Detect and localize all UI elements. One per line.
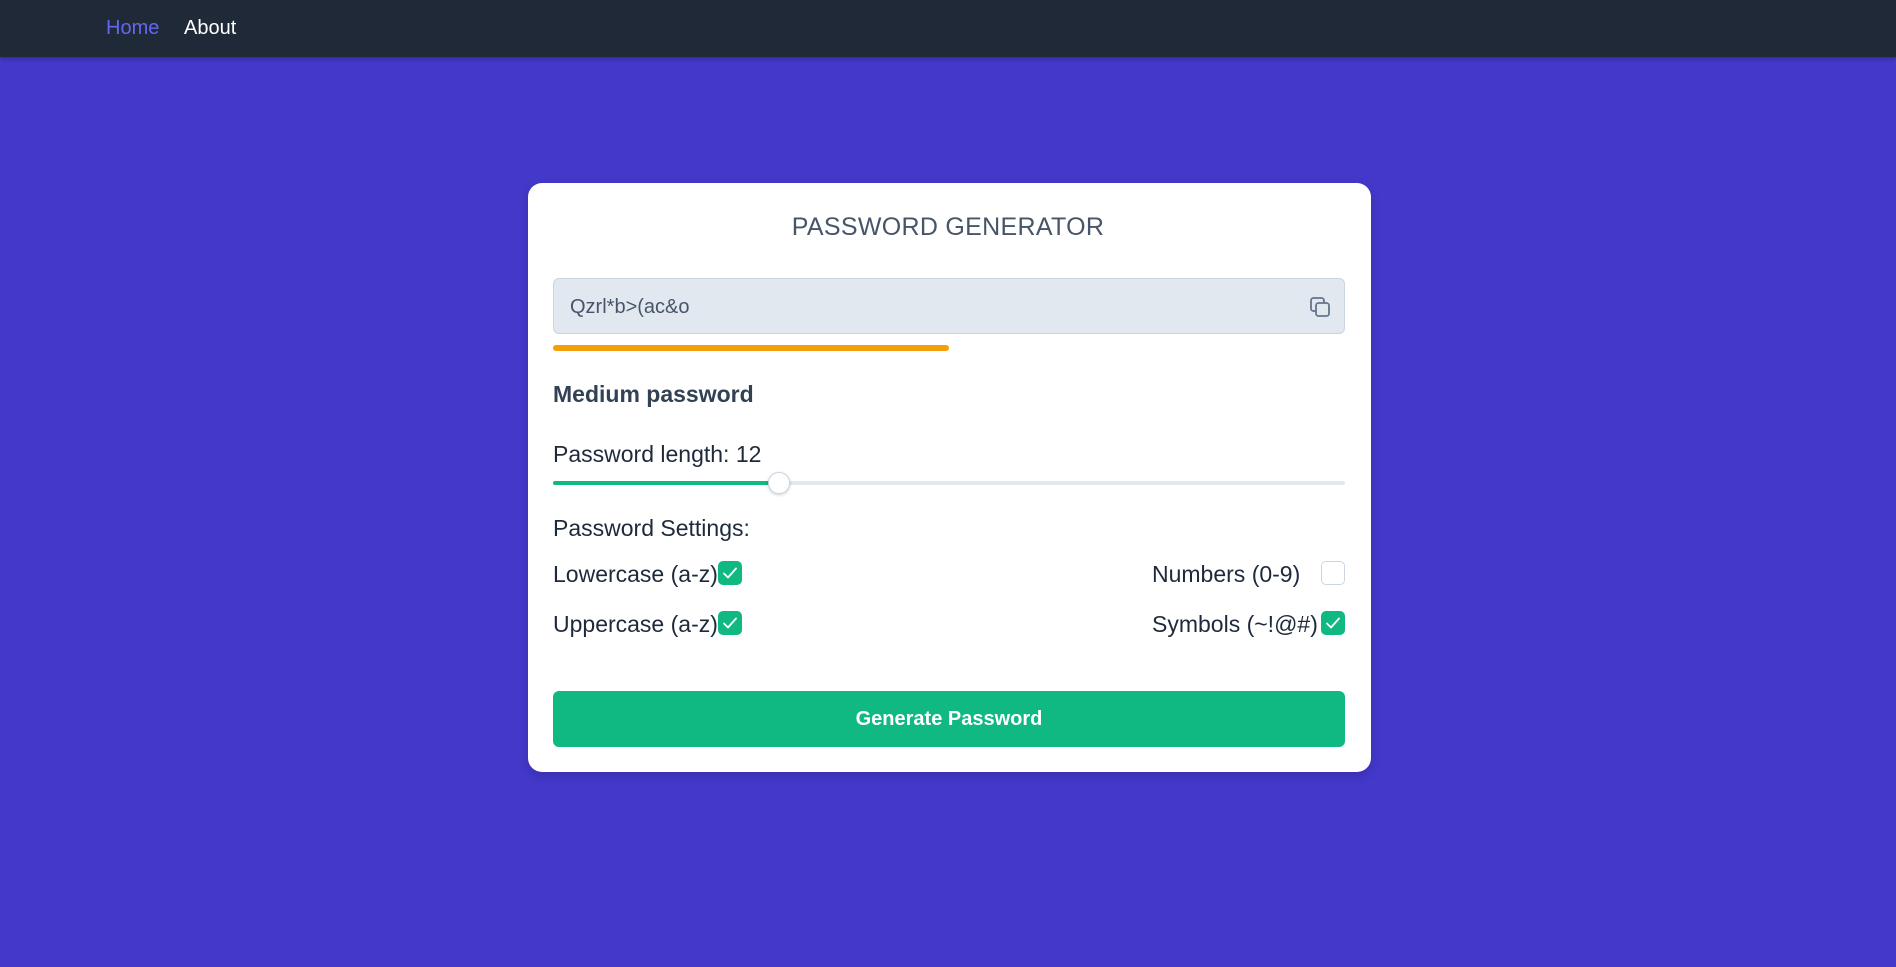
lowercase-checkbox[interactable] [718, 561, 742, 585]
uppercase-checkbox[interactable] [718, 611, 742, 635]
check-icon [1326, 617, 1340, 629]
symbols-checkbox[interactable] [1321, 611, 1345, 635]
password-length-slider[interactable] [553, 472, 1345, 494]
card-title: PASSWORD GENERATOR [791, 213, 1105, 241]
check-icon [723, 567, 737, 579]
strength-meter-fill [553, 345, 949, 351]
nav-link-home[interactable]: Home [106, 17, 159, 40]
password-length-label: Password length: 12 [553, 441, 762, 467]
copy-icon[interactable] [1308, 295, 1332, 319]
numbers-label: Numbers (0-9) [1152, 561, 1301, 587]
generate-password-button[interactable]: Generate Password [553, 691, 1345, 747]
password-output-field[interactable]: Qzrl*b>(ac&o [553, 278, 1345, 334]
uppercase-label: Uppercase (a-z) [553, 611, 718, 637]
slider-fill [553, 481, 780, 485]
numbers-checkbox[interactable] [1321, 561, 1345, 585]
slider-thumb[interactable] [768, 472, 791, 494]
password-settings-label: Password Settings: [553, 515, 750, 541]
symbols-label: Symbols (~!@#) [1152, 611, 1318, 637]
nav-link-about[interactable]: About [184, 17, 236, 40]
check-icon [723, 617, 737, 629]
top-navbar: Home About [0, 0, 1896, 57]
strength-meter [553, 345, 1345, 351]
password-value: Qzrl*b>(ac&o [570, 296, 690, 318]
lowercase-label: Lowercase (a-z) [553, 561, 718, 587]
strength-label: Medium password [553, 381, 754, 407]
